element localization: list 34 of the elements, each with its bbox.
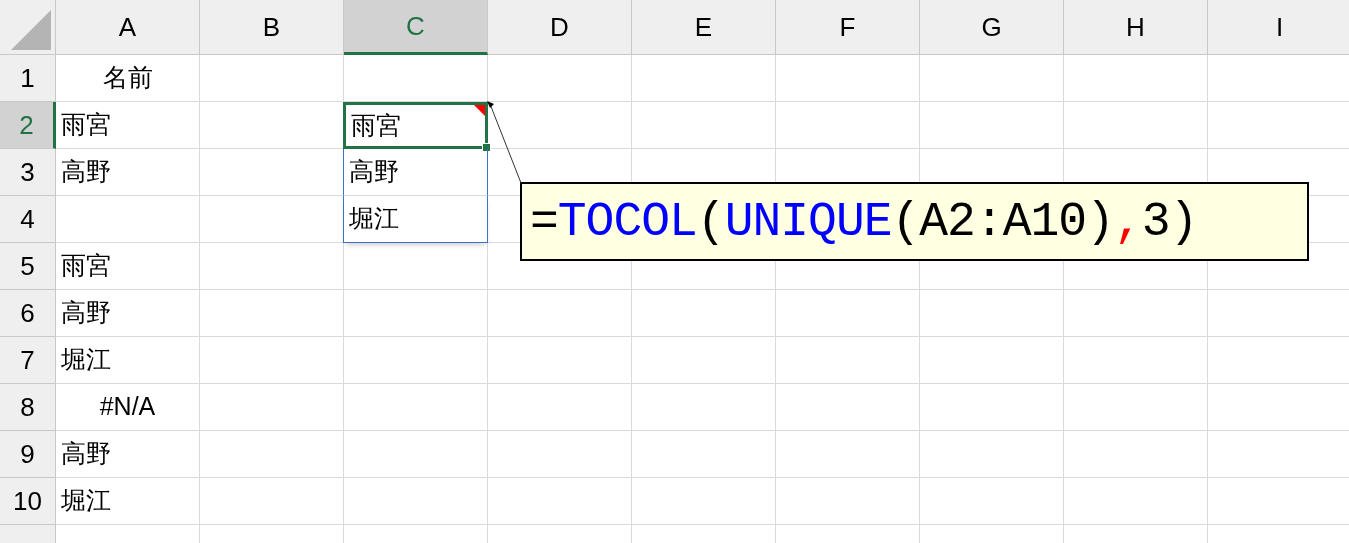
row-header[interactable]: 3 [0,149,56,196]
cell[interactable]: 高野 [56,149,200,196]
cell[interactable]: 堀江 [343,196,488,243]
row-header[interactable]: 9 [0,431,56,478]
cell[interactable]: 高野 [56,290,200,337]
fill-handle[interactable] [482,143,491,152]
select-all-icon[interactable] [11,10,51,50]
cell[interactable]: 堀江 [56,337,200,384]
column-header[interactable]: F [776,0,920,55]
row-header[interactable]: 7 [0,337,56,384]
cell[interactable]: #N/A [56,384,200,431]
row-header[interactable]: 6 [0,290,56,337]
column-header[interactable]: D [488,0,632,55]
row-header[interactable]: 5 [0,243,56,290]
column-header[interactable]: B [200,0,344,55]
column-header[interactable]: G [920,0,1064,55]
row-header[interactable]: 8 [0,384,56,431]
column-header[interactable]: I [1208,0,1349,55]
column-header[interactable]: E [632,0,776,55]
column-header[interactable]: C [344,0,488,55]
row-header[interactable]: 1 [0,55,56,102]
formula-text: =TOCOL(UNIQUE(A2:A10),3) [530,197,1198,246]
column-header[interactable]: A [56,0,200,55]
column-header[interactable]: H [1064,0,1208,55]
cell[interactable]: 高野 [343,149,488,196]
cell[interactable]: 名前 [56,55,200,102]
cell[interactable]: 雨宮 [56,243,200,290]
cell[interactable]: 雨宮 [343,102,488,149]
cell[interactable]: 高野 [56,431,200,478]
row-header[interactable]: 10 [0,478,56,525]
cell[interactable]: 雨宮 [56,102,200,149]
cell[interactable]: 堀江 [56,478,200,525]
row-header[interactable]: 4 [0,196,56,243]
row-header[interactable]: 2 [0,102,56,149]
